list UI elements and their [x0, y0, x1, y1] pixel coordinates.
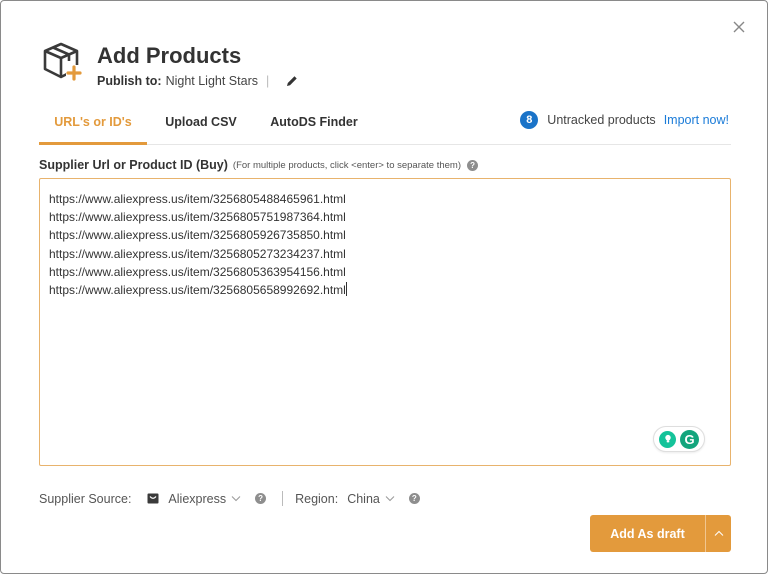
help-icon[interactable]: ?	[408, 493, 420, 504]
url-line: https://www.aliexpress.us/item/325680565…	[49, 283, 346, 298]
close-icon	[733, 21, 745, 33]
supplier-source-dropdown[interactable]: Aliexpress	[168, 492, 241, 506]
help-icon[interactable]: ?	[467, 159, 479, 171]
grammarly-widget[interactable]: G	[653, 426, 705, 452]
url-line: https://www.aliexpress.us/item/325680592…	[49, 228, 346, 243]
publish-separator: |	[266, 74, 270, 88]
chevron-down-icon	[385, 496, 395, 502]
supplier-url-label: Supplier Url or Product ID (Buy) (For mu…	[39, 158, 479, 172]
tab-autods-finder[interactable]: AutoDS Finder	[261, 109, 367, 145]
supplier-region-row: Supplier Source: Aliexpress ? Region: Ch…	[39, 491, 420, 506]
publish-to-row: Publish to: Night Light Stars |	[97, 74, 299, 88]
untracked-text: Untracked products	[547, 113, 656, 127]
text-caret	[345, 282, 347, 297]
add-as-draft-split-button: Add As draft	[590, 515, 731, 552]
supplier-source-value: Aliexpress	[168, 491, 227, 506]
url-line: https://www.aliexpress.us/item/325680548…	[49, 192, 346, 206]
untracked-products: 8 Untracked products Import now!	[520, 111, 729, 129]
untracked-count-badge: 8	[520, 111, 539, 129]
add-options-toggle[interactable]	[706, 515, 731, 552]
add-products-modal: Add Products Publish to: Night Light Sta…	[0, 0, 768, 574]
region-label: Region:	[295, 491, 339, 506]
tab-upload-csv[interactable]: Upload CSV	[155, 109, 247, 145]
close-button[interactable]	[729, 17, 749, 37]
chevron-up-icon	[714, 530, 723, 536]
region-value: China	[347, 491, 380, 506]
tab-urls-or-ids[interactable]: URL's or ID's	[39, 109, 147, 145]
field-label-text: Supplier Url or Product ID (Buy)	[39, 158, 228, 172]
field-hint: (For multiple products, click <enter> to…	[232, 159, 462, 171]
url-line: https://www.aliexpress.us/item/325680575…	[49, 210, 346, 225]
store-icon	[147, 493, 159, 504]
page-title: Add Products	[97, 43, 242, 68]
publish-label: Publish to:	[97, 74, 162, 88]
supplier-source-label: Supplier Source:	[39, 491, 132, 506]
store-name: Night Light Stars	[165, 74, 258, 88]
url-line: https://www.aliexpress.us/item/325680527…	[49, 246, 346, 261]
supplier-urls-textarea[interactable]: https://www.aliexpress.us/item/325680548…	[39, 178, 731, 466]
add-as-draft-button[interactable]: Add As draft	[590, 515, 705, 552]
help-icon[interactable]: ?	[255, 493, 267, 504]
import-now-link[interactable]: Import now!	[664, 113, 729, 127]
region-dropdown[interactable]: China	[347, 492, 395, 506]
url-line: https://www.aliexpress.us/item/325680536…	[49, 264, 346, 279]
divider	[282, 491, 284, 506]
bulb-icon[interactable]	[659, 430, 676, 448]
chevron-down-icon	[231, 496, 241, 502]
url-line-last: https://www.aliexpress.us/item/325680565…	[49, 281, 721, 299]
grammarly-icon[interactable]: G	[680, 429, 699, 449]
box-plus-icon	[41, 41, 85, 81]
pencil-icon[interactable]	[285, 74, 299, 88]
